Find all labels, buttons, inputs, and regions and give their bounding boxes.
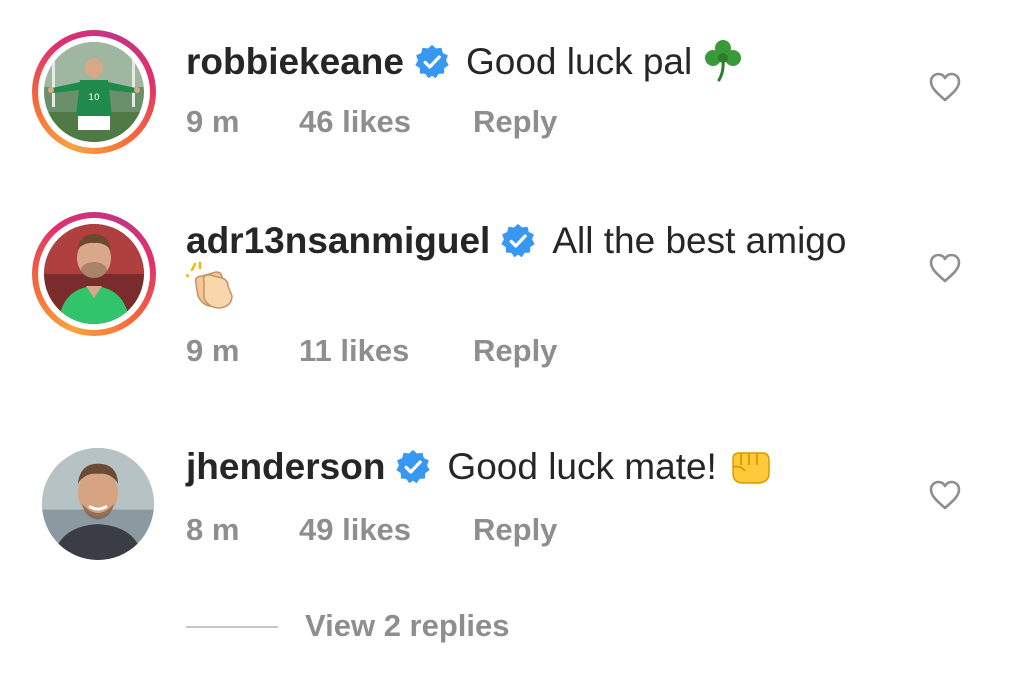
reply-button[interactable]: Reply [473, 104, 557, 140]
like-heart-icon[interactable] [928, 71, 962, 103]
comment-text: All the best amigo [552, 220, 847, 261]
username-link[interactable]: jhenderson [186, 446, 385, 487]
verified-badge-icon [500, 223, 536, 259]
divider [186, 626, 278, 628]
reply-button[interactable]: Reply [473, 333, 557, 369]
comment-line: adr13nsanmiguel All the best amigo [186, 220, 846, 263]
avatar[interactable]: 10 [44, 42, 144, 142]
comment-text: Good luck mate! [447, 446, 717, 487]
like-heart-icon[interactable] [928, 252, 962, 284]
avatar[interactable] [44, 224, 144, 324]
username-link[interactable]: robbiekeane [186, 41, 404, 82]
clapping-hands-emoji-icon [182, 260, 238, 315]
comments-list: 10 robbiekeane Good luck pal 9 m 46 likes… [0, 0, 1024, 673]
likes-count[interactable]: 11 likes [299, 333, 409, 369]
view-replies-label[interactable]: View 2 replies [305, 608, 510, 644]
avatar-container[interactable] [42, 448, 154, 560]
fist-emoji-icon [727, 447, 773, 487]
reply-button[interactable]: Reply [473, 512, 557, 548]
comment-line: robbiekeane Good luck pal [186, 38, 744, 84]
likes-count[interactable]: 46 likes [299, 104, 411, 140]
comment-text: Good luck pal [465, 41, 693, 82]
timestamp: 9 m [186, 333, 240, 368]
verified-badge-icon [414, 44, 450, 80]
avatar-story-ring[interactable]: 10 [32, 30, 156, 154]
like-heart-icon[interactable] [928, 479, 962, 511]
comment-line: jhenderson Good luck mate! [186, 446, 773, 489]
avatar-story-ring[interactable] [32, 212, 156, 336]
timestamp: 8 m [186, 512, 240, 547]
svg-text:10: 10 [88, 93, 100, 103]
timestamp: 9 m [186, 104, 240, 139]
likes-count[interactable]: 49 likes [299, 512, 411, 548]
shamrock-emoji-icon [702, 38, 744, 82]
avatar[interactable] [42, 448, 154, 560]
verified-badge-icon [395, 449, 431, 485]
username-link[interactable]: adr13nsanmiguel [186, 220, 490, 261]
